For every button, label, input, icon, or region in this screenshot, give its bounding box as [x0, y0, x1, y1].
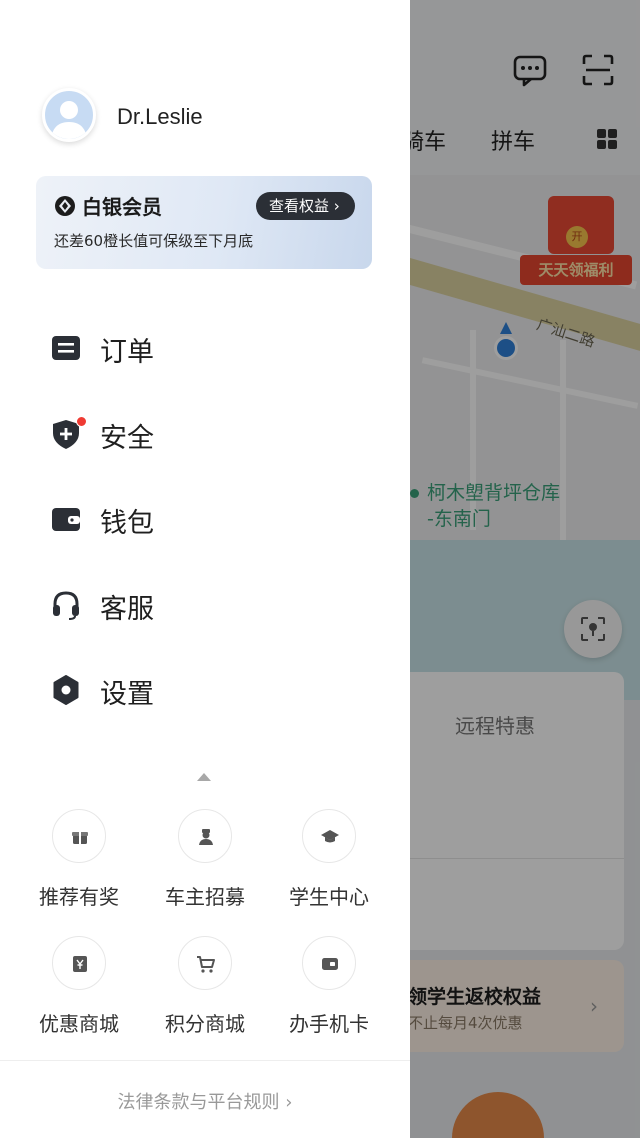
shortcut-student-center[interactable]: 学生中心: [274, 809, 384, 909]
shortcut-sim-card[interactable]: 办手机卡: [274, 936, 384, 1036]
shortcut-driver-recruit[interactable]: 车主招募: [150, 809, 260, 909]
menu-item-wallet[interactable]: 钱包: [50, 493, 350, 543]
collapse-arrow-icon[interactable]: [197, 773, 211, 781]
headset-icon: [53, 591, 79, 620]
shortcut-label: 办手机卡: [289, 1012, 369, 1036]
silver-member-icon: [55, 196, 75, 216]
shortcut-icon-circle: [302, 809, 356, 863]
shortcut-icon-circle: [178, 809, 232, 863]
menu-label: 订单: [100, 337, 154, 368]
user-name[interactable]: Dr.Leslie: [117, 104, 203, 130]
menu-item-support[interactable]: 客服: [50, 579, 350, 629]
menu-label: 钱包: [100, 508, 154, 539]
menu-item-orders[interactable]: 订单: [50, 322, 350, 372]
yen-icon: [73, 956, 87, 972]
gear-icon: [53, 675, 79, 705]
cart-icon: [197, 956, 215, 973]
view-benefits-button[interactable]: 查看权益 ›: [256, 192, 355, 220]
sim-card-icon: [322, 958, 338, 970]
menu-item-settings[interactable]: 设置: [50, 664, 350, 714]
wallet-icon: [52, 508, 80, 531]
menu-label: 安全: [100, 423, 154, 454]
shortcut-icon-circle: [52, 936, 106, 990]
membership-card[interactable]: 白银会员 查看权益 › 还差60橙长值可保级至下月底: [36, 176, 372, 269]
shortcut-icon-circle: [302, 936, 356, 990]
legal-terms-link[interactable]: 法律条款与平台规则 ›: [0, 1088, 410, 1114]
menu-label: 设置: [100, 679, 154, 710]
menu-item-safety[interactable]: 安全: [50, 408, 350, 458]
shortcut-icon-circle: [52, 809, 106, 863]
footer-divider: [0, 1060, 410, 1061]
shortcut-label: 优惠商城: [39, 1012, 119, 1036]
member-level: 白银会员: [82, 195, 162, 219]
driver-icon: [199, 829, 213, 845]
menu-label: 客服: [100, 594, 154, 625]
side-drawer: Dr.Leslie 白银会员 查看权益 › 还差60橙长值可保级至下月底 订单 …: [0, 0, 410, 1138]
shortcut-points-mall[interactable]: 积分商城: [150, 936, 260, 1036]
shortcut-label: 积分商城: [165, 1012, 245, 1036]
graduation-cap-icon: [321, 830, 339, 843]
notification-badge: [76, 416, 87, 427]
user-placeholder-icon: [51, 101, 87, 139]
shortcut-discount-mall[interactable]: 优惠商城: [24, 936, 134, 1036]
order-icon: [52, 336, 80, 360]
shortcut-label: 车主招募: [165, 885, 245, 909]
shortcut-icon-circle: [178, 936, 232, 990]
gift-icon: [72, 832, 88, 844]
shortcut-label: 推荐有奖: [39, 885, 119, 909]
shortcut-label: 学生中心: [289, 885, 369, 909]
avatar[interactable]: [42, 88, 96, 142]
shortcut-referral[interactable]: 推荐有奖: [24, 809, 134, 909]
member-progress-text: 还差60橙长值可保级至下月底: [54, 232, 254, 250]
